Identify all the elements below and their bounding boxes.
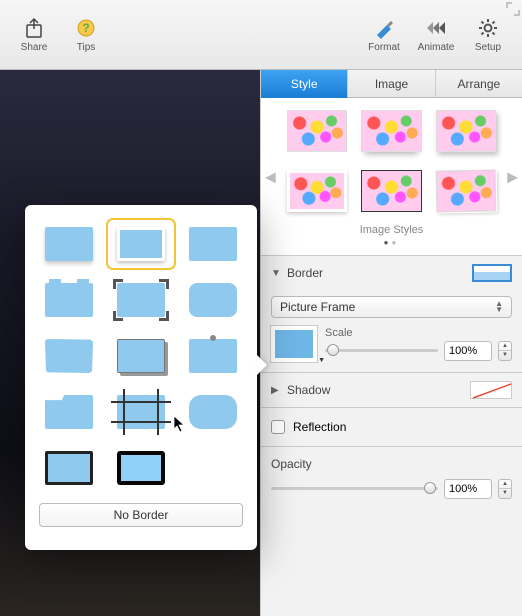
- border-option-shadow-box[interactable]: [111, 335, 171, 377]
- format-icon: [372, 16, 396, 40]
- animate-button[interactable]: Animate: [410, 16, 462, 53]
- border-option-rounded-large[interactable]: [183, 391, 243, 433]
- border-header[interactable]: ▼ Border: [261, 256, 522, 290]
- tips-icon: ?: [74, 16, 98, 40]
- setup-label: Setup: [475, 42, 501, 53]
- border-section: ▼ Border Picture Frame ▲▼ ▼: [261, 256, 522, 373]
- border-option-rough-black[interactable]: [111, 447, 171, 489]
- border-title: Border: [287, 266, 323, 280]
- border-option-folder[interactable]: [39, 391, 99, 433]
- border-option-plain[interactable]: [183, 223, 243, 265]
- border-option-torn[interactable]: [39, 335, 99, 377]
- border-option-corners[interactable]: [111, 279, 171, 321]
- shadow-section: ▶ Shadow: [261, 373, 522, 408]
- inspector-tabs: Style Image Arrange: [261, 70, 522, 98]
- styles-next-icon[interactable]: ▶: [507, 168, 518, 185]
- style-option-3[interactable]: [436, 110, 496, 152]
- image-styles-label: Image Styles: [267, 224, 516, 236]
- tab-style[interactable]: Style: [261, 70, 348, 98]
- tab-image[interactable]: Image: [348, 70, 435, 98]
- gear-icon: [476, 16, 500, 40]
- shadow-header[interactable]: ▶ Shadow: [261, 373, 522, 407]
- styles-prev-icon[interactable]: ◀: [265, 168, 276, 185]
- border-type-select[interactable]: Picture Frame ▲▼: [271, 296, 512, 318]
- opacity-slider[interactable]: [271, 482, 438, 496]
- app-window: Share ? Tips Format Animate: [0, 0, 522, 616]
- scale-stepper[interactable]: ▲▼: [498, 341, 512, 361]
- reflection-checkbox[interactable]: [271, 420, 285, 434]
- image-styles-section: ◀ ▶ Image Styles ●●: [261, 98, 522, 256]
- styles-page-dots[interactable]: ●●: [267, 238, 516, 247]
- style-option-4[interactable]: [287, 170, 347, 212]
- style-option-5[interactable]: [361, 170, 421, 212]
- border-option-crop[interactable]: [111, 391, 171, 433]
- share-button[interactable]: Share: [8, 16, 60, 53]
- border-option-white-frame[interactable]: [111, 223, 171, 265]
- border-picker-popover: No Border: [25, 205, 257, 550]
- share-label: Share: [21, 42, 48, 53]
- chevron-down-icon: ▼: [318, 357, 325, 364]
- inspector: Style Image Arrange ◀ ▶ Image Styles ●●: [260, 70, 522, 616]
- border-option-tabs[interactable]: [39, 279, 99, 321]
- disclosure-triangle-icon: ▶: [271, 385, 281, 396]
- border-option-shadow[interactable]: [39, 223, 99, 265]
- shadow-preview-swatch[interactable]: [470, 381, 512, 399]
- scale-label: Scale: [325, 327, 512, 339]
- svg-text:?: ?: [82, 21, 89, 35]
- reflection-label: Reflection: [293, 420, 346, 434]
- style-option-2[interactable]: [361, 110, 421, 152]
- select-arrows-icon: ▲▼: [495, 301, 503, 312]
- disclosure-triangle-icon: ▼: [271, 268, 281, 279]
- share-icon: [22, 16, 46, 40]
- scale-value-field[interactable]: 100%: [444, 341, 492, 361]
- animate-icon: [424, 16, 448, 40]
- shadow-title: Shadow: [287, 383, 330, 397]
- format-label: Format: [368, 42, 400, 53]
- border-option-pin[interactable]: [183, 335, 243, 377]
- format-button[interactable]: Format: [358, 16, 410, 53]
- tips-label: Tips: [77, 42, 96, 53]
- frame-thumbnail-picker[interactable]: [271, 326, 317, 362]
- tips-button[interactable]: ? Tips: [60, 16, 112, 53]
- tab-arrange[interactable]: Arrange: [436, 70, 522, 98]
- border-option-rounded[interactable]: [183, 279, 243, 321]
- border-preview-swatch[interactable]: [472, 264, 512, 282]
- scale-slider[interactable]: [325, 344, 438, 358]
- border-option-thick-black[interactable]: [39, 447, 99, 489]
- setup-button[interactable]: Setup: [462, 16, 514, 53]
- style-option-1[interactable]: [287, 110, 347, 152]
- border-type-value: Picture Frame: [280, 300, 355, 314]
- maximize-icon[interactable]: [506, 2, 520, 19]
- style-option-6[interactable]: [435, 169, 496, 212]
- animate-label: Animate: [418, 42, 455, 53]
- no-border-button[interactable]: No Border: [39, 503, 243, 527]
- toolbar: Share ? Tips Format Animate: [0, 0, 522, 70]
